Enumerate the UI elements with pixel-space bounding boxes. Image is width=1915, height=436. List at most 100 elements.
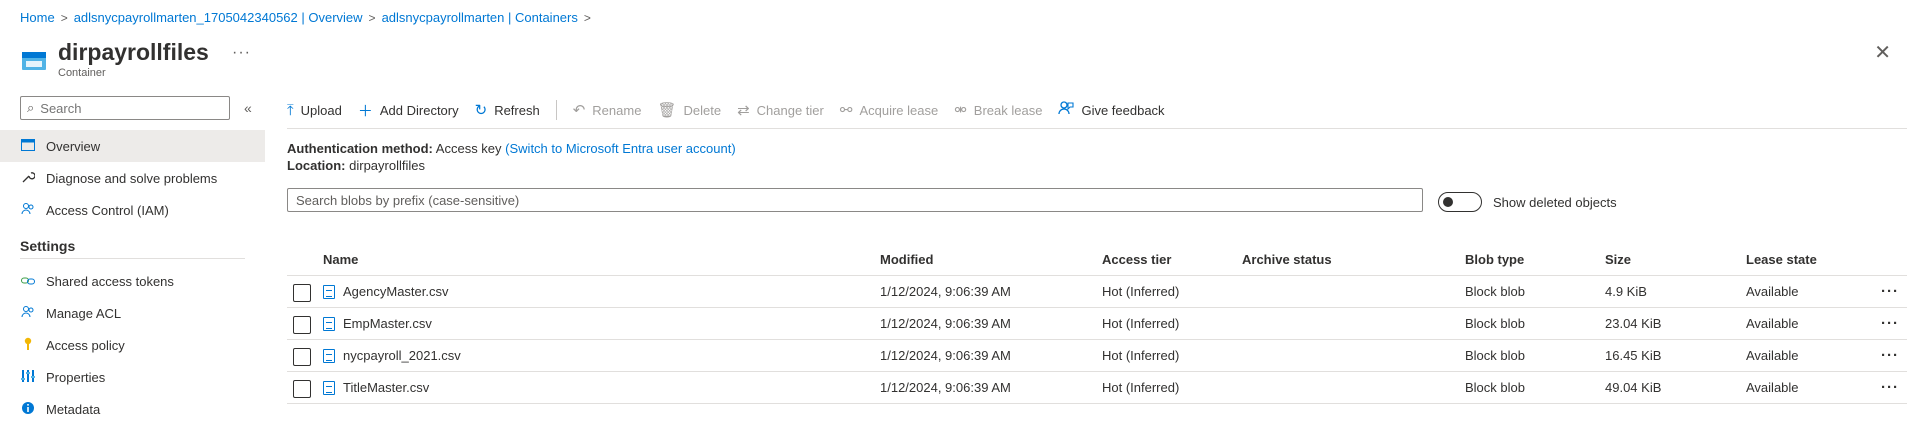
sidebar-item-label: Access Control (IAM) <box>46 202 169 218</box>
column-header-access-tier[interactable]: Access tier <box>1102 244 1171 276</box>
command-toolbar: ⤒ Upload ＋ Add Directory ↻ Refresh ↶ Ren… <box>287 98 1181 122</box>
give-feedback-button[interactable]: Give feedback <box>1058 101 1165 119</box>
sidebar-item-properties[interactable]: Properties <box>0 361 265 393</box>
blob-name[interactable]: EmpMaster.csv <box>343 308 432 340</box>
change-tier-button[interactable]: ⇄ Change tier <box>737 101 824 119</box>
sidebar-item-overview[interactable]: Overview <box>0 130 265 162</box>
lease-state-cell: Available <box>1746 316 1799 331</box>
sidebar-item-access-policy[interactable]: Access policy <box>0 329 265 361</box>
column-header-name[interactable]: Name <box>323 244 358 276</box>
table-row[interactable]: AgencyMaster.csv 1/12/2024, 9:06:39 AM H… <box>287 276 1907 308</box>
search-icon: ⌕ <box>27 100 35 115</box>
row-checkbox[interactable] <box>293 348 311 366</box>
upload-label: Upload <box>300 102 342 118</box>
close-icon[interactable]: ✕ <box>1874 40 1891 65</box>
blob-name-cell[interactable]: TitleMaster.csv <box>323 372 429 404</box>
rename-button[interactable]: ↶ Rename <box>573 101 642 119</box>
sidebar-item-label: Shared access tokens <box>46 273 174 289</box>
breadcrumb-containers[interactable]: adlsnycpayrollmarten | Containers <box>382 10 578 25</box>
link-icon: ⚯ <box>839 102 853 119</box>
key-icon <box>20 337 36 354</box>
blob-name[interactable]: nycpayroll_2021.csv <box>343 340 461 372</box>
row-more-button[interactable]: ··· <box>1881 372 1899 404</box>
sidebar-item-shared-access-tokens[interactable]: Shared access tokens <box>0 265 265 297</box>
overview-icon <box>20 138 36 154</box>
acquire-lease-button[interactable]: ⚯ Acquire lease <box>840 101 938 119</box>
blob-name-cell[interactable]: EmpMaster.csv <box>323 308 432 340</box>
row-checkbox[interactable] <box>293 380 311 398</box>
modified-cell: 1/12/2024, 9:06:39 AM <box>880 316 1011 331</box>
auth-info: Authentication method: Access key (Switc… <box>287 140 736 174</box>
access-tier-cell: Hot (Inferred) <box>1102 284 1180 299</box>
table-row[interactable]: nycpayroll_2021.csv 1/12/2024, 9:06:39 A… <box>287 340 1907 372</box>
breadcrumb: Home > adlsnycpayrollmarten_170504234056… <box>20 10 597 25</box>
blob-name-cell[interactable]: AgencyMaster.csv <box>323 276 449 308</box>
blob-search-input[interactable] <box>287 188 1423 212</box>
column-header-archive-status[interactable]: Archive status <box>1242 244 1332 276</box>
blob-name[interactable]: AgencyMaster.csv <box>343 276 449 308</box>
delete-label: Delete <box>683 102 722 118</box>
collapse-sidebar-icon[interactable]: « <box>244 100 252 116</box>
row-more-button[interactable]: ··· <box>1881 308 1899 340</box>
column-header-size[interactable]: Size <box>1605 244 1631 276</box>
sidebar-item-label: Manage ACL <box>46 305 122 321</box>
upload-button[interactable]: ⤒ Upload <box>287 102 342 119</box>
feedback-icon <box>1058 101 1075 119</box>
properties-icon <box>20 369 36 386</box>
sidebar-item-diagnose[interactable]: Diagnose and solve problems <box>0 162 265 194</box>
toolbar-divider <box>555 100 557 120</box>
blob-type-cell: Block blob <box>1465 380 1525 395</box>
sidebar-item-manage-acl[interactable]: Manage ACL <box>0 297 265 329</box>
show-deleted-label: Show deleted objects <box>1493 195 1617 210</box>
access-tier-cell: Hot (Inferred) <box>1102 316 1180 331</box>
sidebar-item-iam[interactable]: Access Control (IAM) <box>0 194 265 226</box>
more-options-button[interactable]: ··· <box>232 44 251 62</box>
row-more-button[interactable]: ··· <box>1881 340 1899 372</box>
table-row[interactable]: EmpMaster.csv 1/12/2024, 9:06:39 AM Hot … <box>287 308 1907 340</box>
break-lease-button[interactable]: ⚮ Break lease <box>954 101 1042 119</box>
breadcrumb-separator: > <box>583 10 591 25</box>
row-checkbox[interactable] <box>293 316 311 334</box>
modified-cell: 1/12/2024, 9:06:39 AM <box>880 284 1011 299</box>
page-title: dirpayrollfiles <box>58 39 209 65</box>
sidebar-item-label: Properties <box>46 369 106 385</box>
column-header-blob-type[interactable]: Blob type <box>1465 244 1524 276</box>
row-checkbox[interactable] <box>293 284 311 302</box>
table-row[interactable]: TitleMaster.csv 1/12/2024, 9:06:39 AM Ho… <box>287 372 1907 404</box>
modified-cell: 1/12/2024, 9:06:39 AM <box>880 380 1011 395</box>
column-header-modified[interactable]: Modified <box>880 244 933 276</box>
blob-type-cell: Block blob <box>1465 348 1525 363</box>
add-directory-button[interactable]: ＋ Add Directory <box>358 100 459 121</box>
sidebar-search-input[interactable] <box>40 100 211 116</box>
upload-icon: ⤒ <box>287 101 294 119</box>
swap-icon: ⇄ <box>737 102 750 119</box>
breadcrumb-storage-overview[interactable]: adlsnycpayrollmarten_1705042340562 | Ove… <box>74 10 363 25</box>
plus-icon: ＋ <box>357 102 373 120</box>
info-icon <box>20 401 36 418</box>
file-icon <box>323 317 335 331</box>
blob-type-cell: Block blob <box>1465 316 1525 331</box>
row-more-button[interactable]: ··· <box>1881 276 1899 308</box>
sidebar-item-label: Metadata <box>46 401 101 417</box>
size-cell: 49.04 KiB <box>1605 380 1662 395</box>
blob-type-cell: Block blob <box>1465 284 1525 299</box>
sidebar-search[interactable]: ⌕ <box>20 96 230 120</box>
refresh-button[interactable]: ↻ Refresh <box>475 101 540 119</box>
container-icon <box>22 52 46 70</box>
break-lease-label: Break lease <box>973 102 1043 118</box>
refresh-icon: ↻ <box>474 102 488 119</box>
breadcrumb-home[interactable]: Home <box>20 10 55 25</box>
blob-name-cell[interactable]: nycpayroll_2021.csv <box>323 340 461 372</box>
auth-method-value: Access key <box>435 141 502 156</box>
location-label: Location: <box>287 158 346 173</box>
delete-button[interactable]: 🗑︎ Delete <box>657 101 721 119</box>
column-header-lease-state[interactable]: Lease state <box>1746 244 1817 276</box>
switch-auth-link[interactable]: (Switch to Microsoft Entra user account) <box>505 141 735 156</box>
sidebar-item-label: Overview <box>46 138 101 154</box>
add-directory-label: Add Directory <box>379 102 459 118</box>
show-deleted-toggle[interactable] <box>1438 192 1482 212</box>
access-tier-cell: Hot (Inferred) <box>1102 348 1180 363</box>
sidebar-item-metadata[interactable]: Metadata <box>0 393 265 425</box>
blob-name[interactable]: TitleMaster.csv <box>343 372 429 404</box>
blob-table: Name Modified Access tier Archive status… <box>287 244 1907 404</box>
